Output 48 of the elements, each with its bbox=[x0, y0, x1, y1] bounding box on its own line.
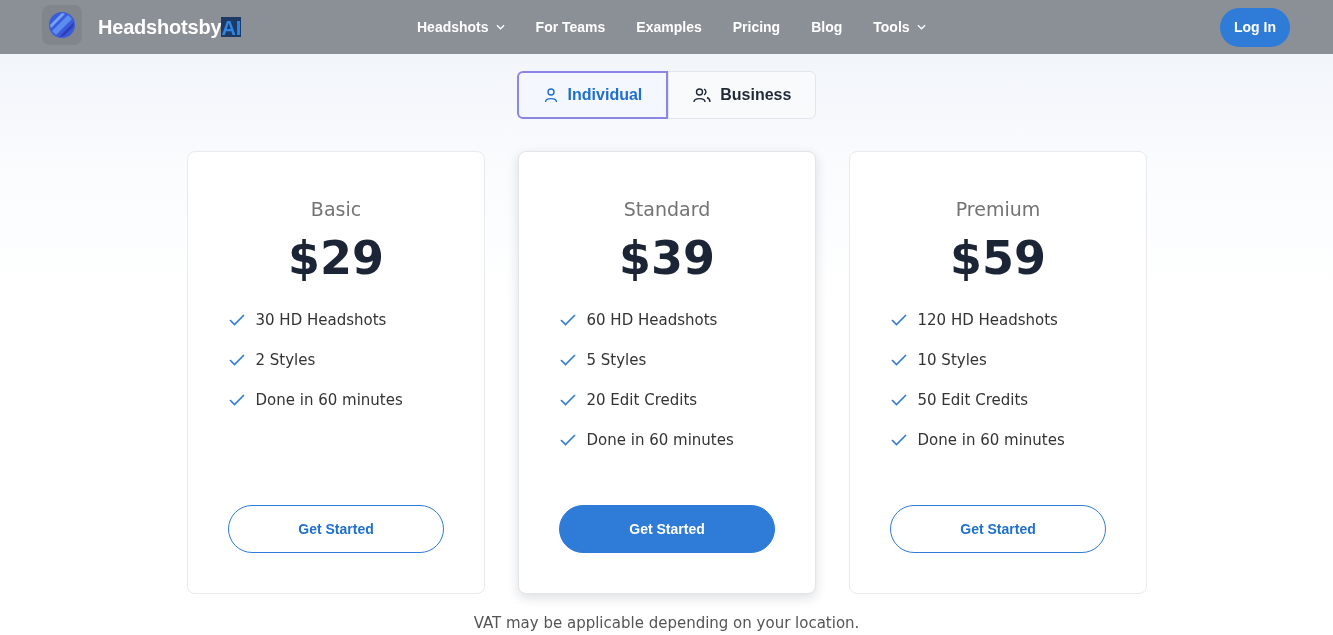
feature-text: 5 Styles bbox=[586, 351, 647, 369]
plan-type-tab[interactable]: Business bbox=[668, 71, 817, 119]
plan-price: $29 bbox=[288, 230, 384, 286]
feature-text: Done in 60 minutes bbox=[586, 431, 734, 449]
check-icon bbox=[228, 354, 245, 366]
nav-link[interactable]: For Teams bbox=[535, 19, 606, 35]
feature-text: 20 Edit Credits bbox=[586, 391, 698, 409]
feature-text: 60 HD Headshots bbox=[586, 311, 718, 329]
check-icon bbox=[228, 394, 245, 406]
caret-icon bbox=[916, 24, 926, 30]
feature-text: 30 HD Headshots bbox=[255, 311, 387, 329]
get-started-button[interactable]: Get Started bbox=[228, 505, 444, 553]
check-icon bbox=[890, 434, 907, 446]
feature-text: Done in 60 minutes bbox=[917, 431, 1065, 449]
nav-link[interactable]: Pricing bbox=[732, 19, 781, 35]
plan-name: Standard bbox=[623, 197, 711, 222]
plan-name: Premium bbox=[955, 197, 1041, 222]
feature-text: Done in 60 minutes bbox=[255, 391, 403, 409]
check-icon bbox=[559, 434, 576, 446]
get-started-button[interactable]: Get Started bbox=[890, 505, 1106, 553]
logo-icon[interactable] bbox=[42, 4, 82, 45]
plan-price: $39 bbox=[619, 230, 715, 286]
feature-text: 10 Styles bbox=[917, 351, 987, 369]
nav-link[interactable]: Headshots bbox=[417, 19, 505, 35]
vat-note: VAT may be applicable depending on your location. bbox=[473, 614, 860, 632]
feature-text: 50 Edit Credits bbox=[917, 391, 1029, 409]
people-icon bbox=[693, 87, 712, 103]
check-icon bbox=[559, 354, 576, 366]
brand-suffix[interactable]: AI bbox=[221, 17, 242, 37]
check-icon bbox=[559, 394, 576, 406]
check-icon bbox=[228, 314, 245, 326]
plan-type-tab[interactable]: Individual bbox=[516, 71, 669, 119]
check-icon bbox=[559, 314, 576, 326]
plan-price: $59 bbox=[950, 230, 1046, 286]
caret-icon bbox=[495, 24, 505, 30]
login-button[interactable]: Log In bbox=[1220, 7, 1290, 47]
get-started-button[interactable]: Get Started bbox=[559, 505, 775, 553]
person-icon bbox=[542, 87, 559, 103]
brand-name[interactable]: Headshotsby bbox=[98, 15, 222, 39]
nav-link[interactable]: Examples bbox=[636, 19, 702, 35]
plan-name: Basic bbox=[310, 197, 362, 222]
check-icon bbox=[890, 314, 907, 326]
feature-text: 120 HD Headshots bbox=[917, 311, 1058, 329]
check-icon bbox=[890, 354, 907, 366]
feature-text: 2 Styles bbox=[255, 351, 316, 369]
check-icon bbox=[890, 394, 907, 406]
nav-link[interactable]: Tools bbox=[873, 19, 926, 35]
nav-link[interactable]: Blog bbox=[811, 19, 843, 35]
